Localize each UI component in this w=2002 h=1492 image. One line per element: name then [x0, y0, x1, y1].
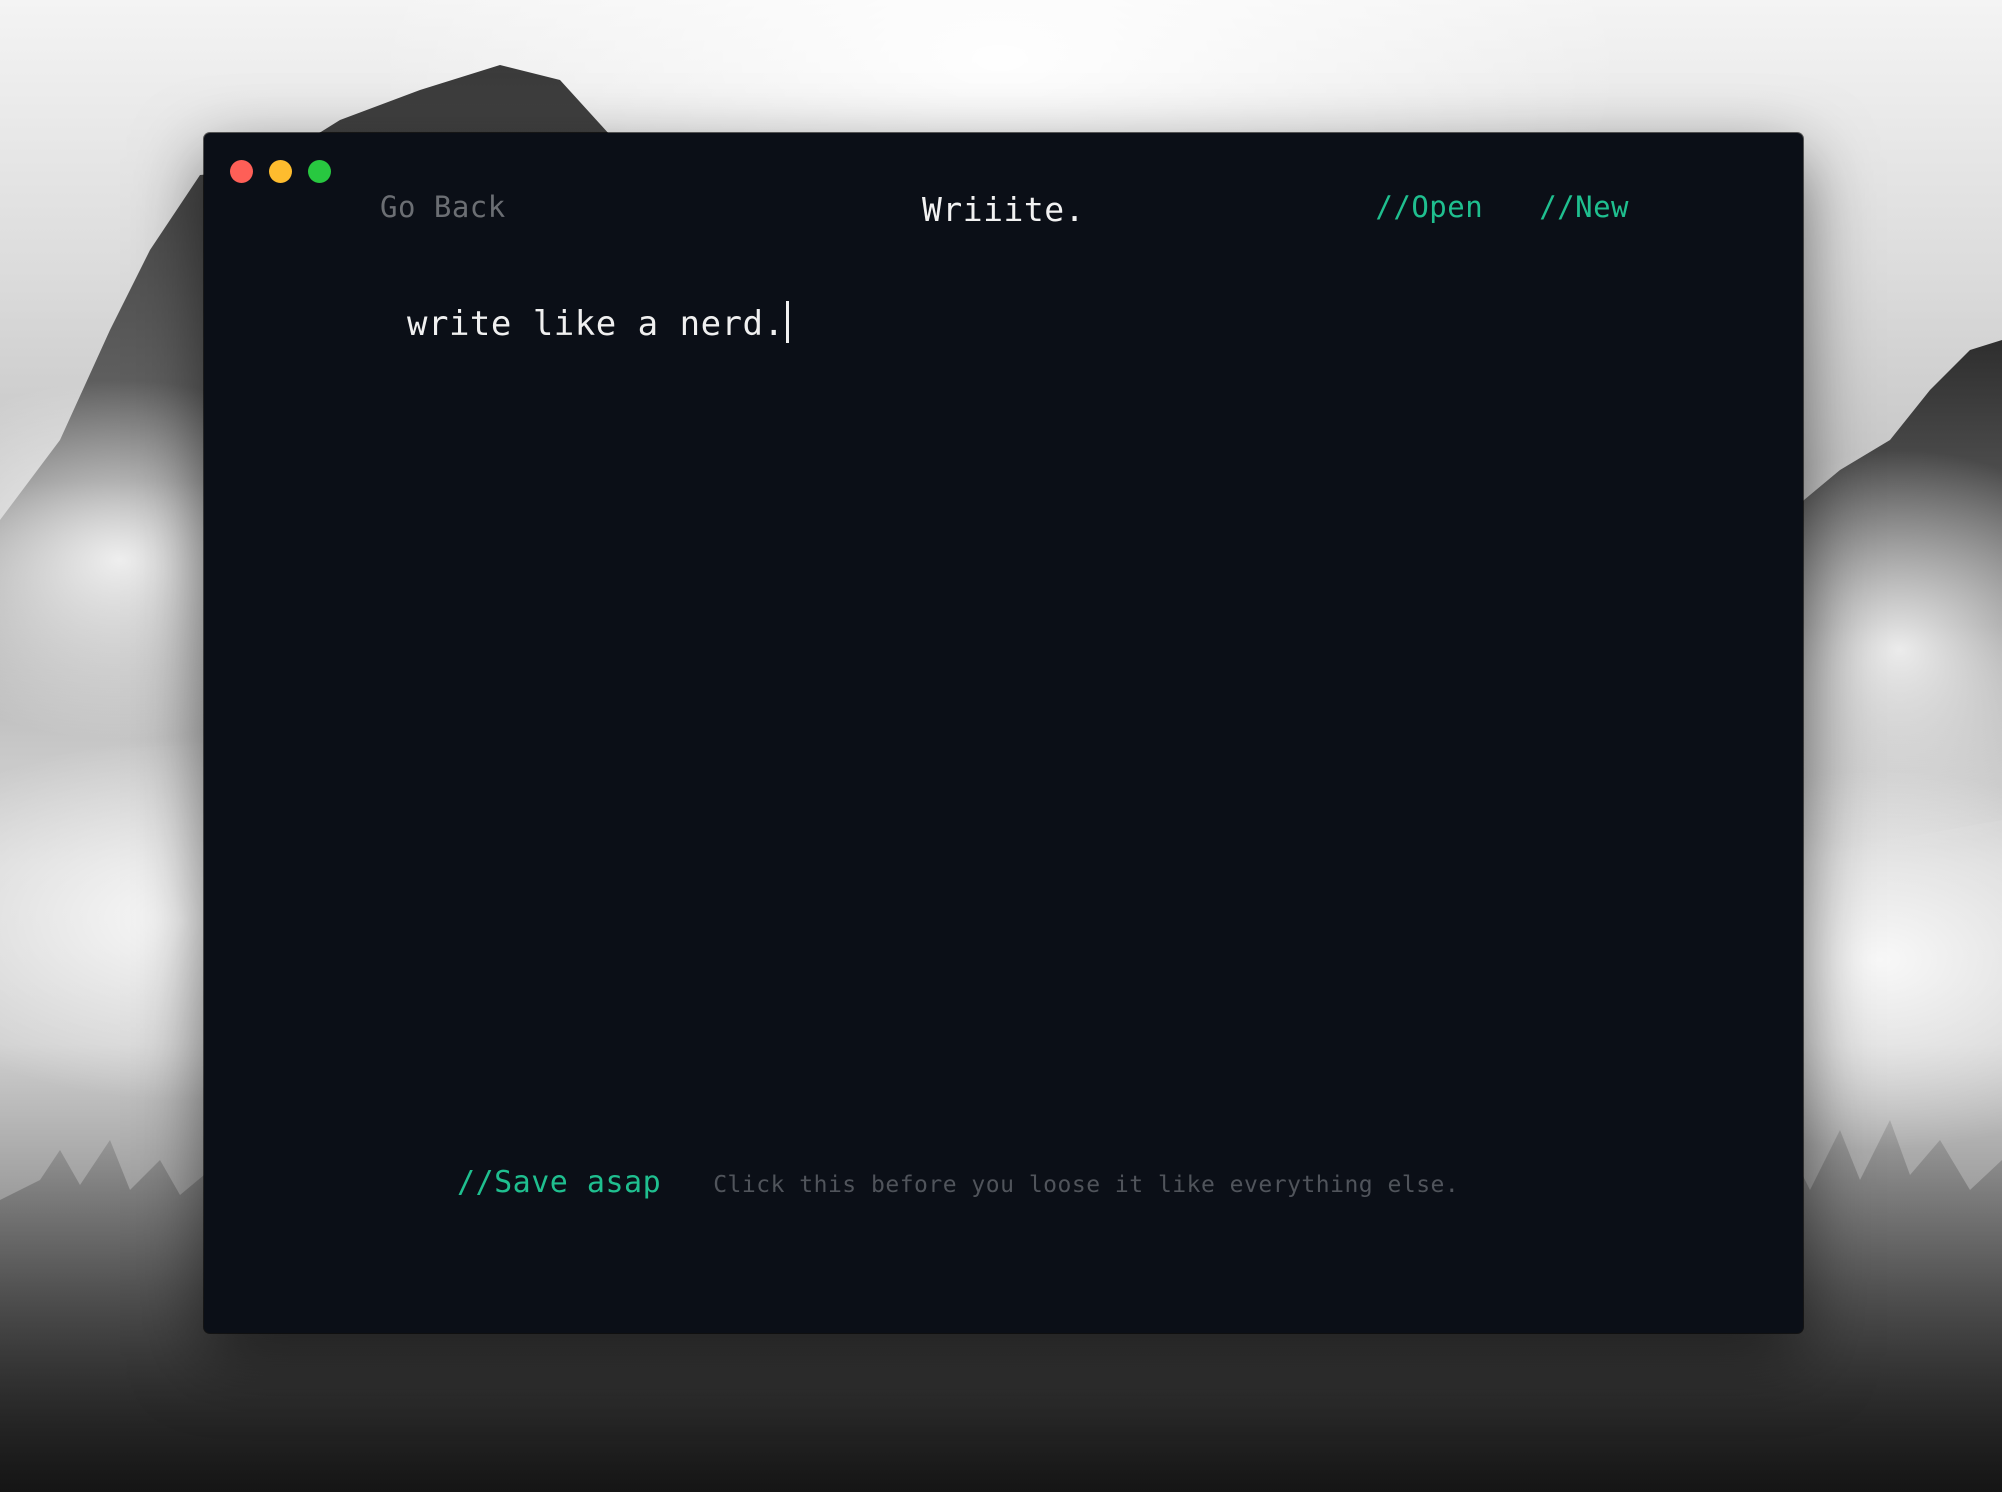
zoom-window-button[interactable] [308, 160, 331, 183]
footer-bar: //Save asap Click this before you loose … [457, 1165, 1459, 1200]
app-window: Go Back Wriiite. //Open //New write like… [204, 133, 1803, 1333]
save-hint-text: Click this before you loose it like ever… [713, 1172, 1460, 1198]
new-link[interactable]: //New [1539, 190, 1629, 224]
top-actions: //Open //New [1375, 190, 1629, 224]
editor-content: write like a nerd. [407, 304, 785, 344]
window-controls [230, 160, 331, 183]
minimize-window-button[interactable] [269, 160, 292, 183]
close-window-button[interactable] [230, 160, 253, 183]
text-caret [786, 301, 790, 343]
open-link[interactable]: //Open [1375, 190, 1483, 224]
text-editor[interactable]: write like a nerd. [407, 298, 1627, 1078]
save-button[interactable]: //Save asap [457, 1165, 661, 1200]
